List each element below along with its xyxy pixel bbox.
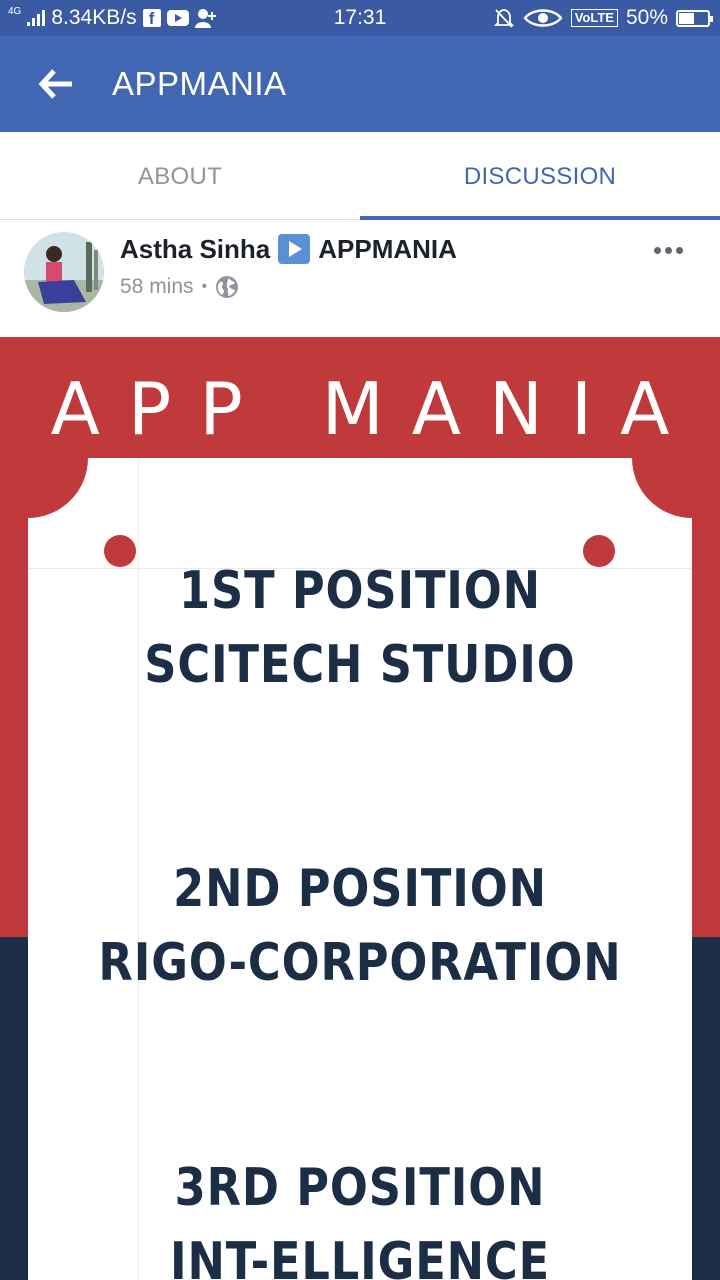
winner-name: RIGO-CORPORATION <box>98 933 622 993</box>
play-arrow-icon <box>278 234 311 264</box>
volte-badge: VoLTE <box>570 9 618 27</box>
winner-entry-1: 1ST POSITION SCITECH STUDIO <box>74 554 645 702</box>
avatar-image <box>24 232 104 312</box>
post-header: Astha Sinha APPMANIA 58 mins • <box>0 220 720 337</box>
winner-entry-2: 2ND POSITION RIGO-CORPORATION <box>74 852 645 1000</box>
facebook-icon: f <box>142 9 161 28</box>
network-speed: 8.34KB/s <box>51 6 137 29</box>
status-left: 4G 8.34KB/s f <box>8 0 217 36</box>
separator-dot: • <box>201 278 208 295</box>
youtube-icon <box>166 10 189 26</box>
battery-icon <box>676 9 713 27</box>
signal-icon <box>27 10 46 26</box>
add-user-icon <box>194 9 216 28</box>
winner-name: SCITECH STUDIO <box>144 635 576 695</box>
back-arrow-icon <box>38 69 72 99</box>
group-name[interactable]: APPMANIA <box>318 234 457 265</box>
page-title: APPMANIA <box>112 65 287 102</box>
globe-icon <box>216 276 239 298</box>
post-meta: 58 mins • <box>120 272 239 302</box>
winner-entry-3: 3RD POSITION INT-ELLIGENCE <box>74 1151 645 1280</box>
status-right: VoLTE 50% <box>493 0 713 36</box>
panel-corner-left <box>28 458 88 518</box>
dot <box>653 246 661 254</box>
dot <box>675 246 683 254</box>
network-type-label: 4G <box>8 6 22 17</box>
battery-percent: 50% <box>625 6 668 29</box>
tab-bar: ABOUT DISCUSSION <box>0 132 720 220</box>
tab-about[interactable]: ABOUT <box>0 132 360 220</box>
more-options-button[interactable] <box>648 238 688 262</box>
post-time[interactable]: 58 mins <box>120 275 194 299</box>
winner-position: 1ST POSITION <box>179 561 541 621</box>
post-author-line: Astha Sinha APPMANIA <box>120 232 457 266</box>
winner-name: INT-ELLIGENCE <box>170 1232 550 1280</box>
winner-position: 3RD POSITION <box>174 1158 546 1218</box>
dot <box>664 246 672 254</box>
panel-corner-right <box>632 458 692 518</box>
status-bar: 4G 8.34KB/s f 17:31 VoLTE 50% <box>0 0 720 36</box>
eye-icon <box>523 9 563 27</box>
back-button[interactable] <box>34 64 78 104</box>
app-bar: APPMANIA <box>0 36 720 132</box>
winner-position: 2ND POSITION <box>173 859 547 919</box>
poster-title: APP MANIA <box>50 367 698 451</box>
poster-panel: 1ST POSITION SCITECH STUDIO 2ND POSITION… <box>28 458 692 1280</box>
tab-discussion[interactable]: DISCUSSION <box>360 132 720 220</box>
avatar[interactable] <box>24 232 104 312</box>
author-name[interactable]: Astha Sinha <box>120 234 270 265</box>
post-image[interactable]: APP MANIA 1ST POSITION SCITECH STUDIO 2N… <box>0 337 720 1280</box>
mute-bell-icon <box>493 9 514 28</box>
